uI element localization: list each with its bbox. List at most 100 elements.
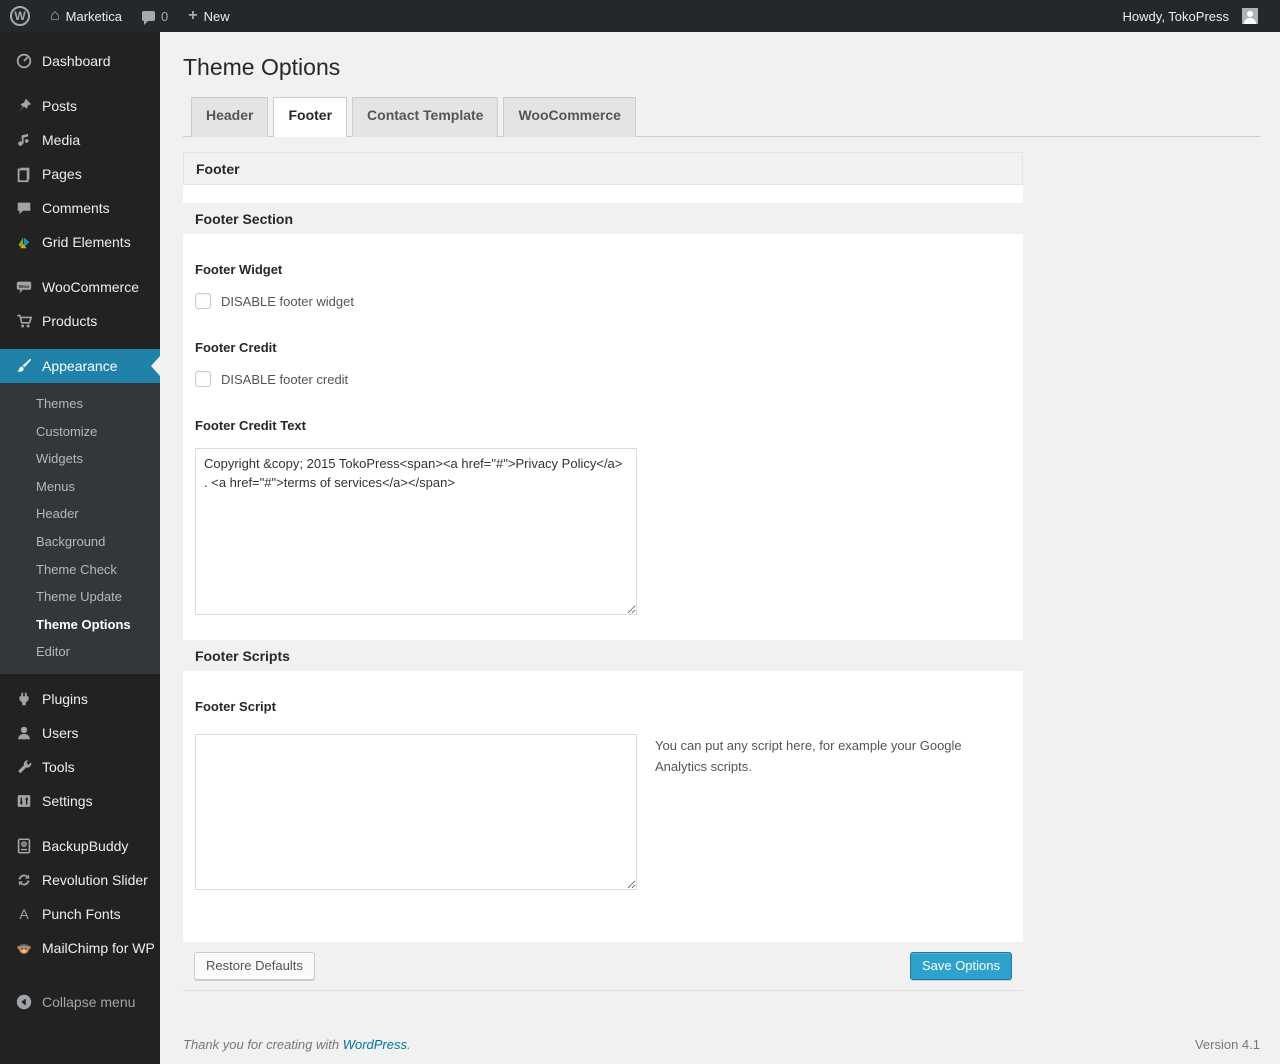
revolution-slider-icon xyxy=(14,870,34,890)
comments-link[interactable]: 0 xyxy=(132,0,178,32)
sidebar-item-comments[interactable]: Comments xyxy=(0,191,160,225)
sidebar-item-label: Revolution Slider xyxy=(42,871,148,888)
footer-credit-text-textarea[interactable]: Copyright &copy; 2015 TokoPress<span><a … xyxy=(195,448,637,616)
tab-footer[interactable]: Footer xyxy=(273,96,348,138)
sidebar-item-label: Posts xyxy=(42,98,78,114)
submenu-item-theme-options[interactable]: Theme Options xyxy=(0,611,160,639)
sidebar-item-revolution-slider[interactable]: Revolution Slider xyxy=(0,863,160,897)
punch-fonts-icon: A xyxy=(19,905,29,922)
tab-contact-template[interactable]: Contact Template xyxy=(352,96,499,138)
panel-body: Footer Section Footer Widget DISABLE foo… xyxy=(183,185,1023,943)
current-menu-arrow xyxy=(151,356,160,376)
sidebar-item-label: Tools xyxy=(42,758,75,775)
footer-credit-label: Footer Credit xyxy=(195,340,277,356)
disable-footer-credit-checkbox[interactable] xyxy=(195,371,211,388)
submenu-item-background[interactable]: Background xyxy=(0,528,160,556)
section-footer-section: Footer Section xyxy=(183,203,1023,235)
sidebar-item-plugins[interactable]: Plugins xyxy=(0,682,160,716)
disable-footer-widget-text[interactable]: DISABLE footer widget xyxy=(221,294,354,309)
sidebar-item-label: Plugins xyxy=(42,690,88,707)
footer-script-label: Footer Script xyxy=(195,699,276,715)
user-icon xyxy=(14,723,34,743)
new-label: New xyxy=(203,8,230,24)
footer-credit-text-label: Footer Credit Text xyxy=(195,418,306,434)
submenu-item-menus[interactable]: Menus xyxy=(0,473,160,501)
sidebar-item-tools[interactable]: Tools xyxy=(0,750,160,784)
footer-options-panel: Footer Footer Section Footer Widget DISA… xyxy=(183,152,1023,992)
site-name-link[interactable]: ⌂ Marketica xyxy=(40,0,132,32)
site-name-label: Marketica xyxy=(65,8,123,24)
mailchimp-monkey-icon xyxy=(14,938,34,958)
new-content-menu[interactable]: + New xyxy=(178,0,239,32)
howdy-label: Howdy, TokoPress xyxy=(1122,8,1229,24)
footer-widget-label: Footer Widget xyxy=(195,262,283,278)
woocommerce-icon: Woo xyxy=(14,277,34,297)
collapse-menu-button[interactable]: Collapse menu xyxy=(0,985,160,1019)
sidebar-item-products[interactable]: Products xyxy=(0,304,160,338)
svg-text:Woo: Woo xyxy=(19,284,30,290)
sidebar-item-label: WooCommerce xyxy=(42,279,139,295)
appearance-brush-icon xyxy=(14,356,34,376)
footer-period: . xyxy=(407,1037,411,1053)
admin-footer: Thank you for creating with WordPress. V… xyxy=(183,1037,1260,1052)
sidebar-item-dashboard[interactable]: Dashboard xyxy=(0,44,160,78)
submenu-item-themes[interactable]: Themes xyxy=(0,390,160,418)
disable-footer-credit-text[interactable]: DISABLE footer credit xyxy=(221,372,348,387)
sidebar-item-woocommerce[interactable]: Woo WooCommerce xyxy=(0,270,160,304)
submenu-item-widgets[interactable]: Widgets xyxy=(0,445,160,473)
submenu-item-header[interactable]: Header xyxy=(0,500,160,528)
admin-bar: W ⌂ Marketica 0 + New Howdy, TokoPress xyxy=(0,0,1280,32)
footer-script-textarea[interactable] xyxy=(195,734,637,891)
tab-header[interactable]: Header xyxy=(191,96,269,138)
sidebar-item-label: Grid Elements xyxy=(42,234,131,250)
sidebar-item-posts[interactable]: Posts xyxy=(0,89,160,123)
grid-elements-icon xyxy=(14,232,34,252)
footer-thanks-text: Thank you for creating with xyxy=(183,1037,340,1053)
sidebar-item-label: Products xyxy=(42,313,98,329)
sidebar-item-users[interactable]: Users xyxy=(0,716,160,750)
save-options-button[interactable]: Save Options xyxy=(909,952,1012,981)
sidebar-item-label: Dashboard xyxy=(42,53,111,69)
backupbuddy-icon xyxy=(14,836,34,856)
pushpin-icon xyxy=(14,96,34,116)
cart-icon xyxy=(14,311,34,331)
sidebar-item-settings[interactable]: Settings xyxy=(0,784,160,818)
wordpress-link[interactable]: WordPress xyxy=(343,1037,407,1052)
sidebar-item-mailchimp[interactable]: MailChimp for WP xyxy=(0,931,160,965)
content-area: Theme Options Header Footer Contact Temp… xyxy=(160,32,1280,1064)
sidebar-item-media[interactable]: Media xyxy=(0,123,160,157)
pages-icon xyxy=(14,164,34,184)
my-account-menu[interactable]: Howdy, TokoPress xyxy=(1113,0,1268,32)
plugin-icon xyxy=(14,689,34,709)
submenu-item-editor[interactable]: Editor xyxy=(0,638,160,666)
comment-bubble-icon xyxy=(142,11,156,25)
sidebar-item-label: MailChimp for WP xyxy=(42,939,155,956)
sidebar-item-punch-fonts[interactable]: A Punch Fonts xyxy=(0,897,160,931)
submenu-item-theme-update[interactable]: Theme Update xyxy=(0,583,160,611)
sidebar-item-grid-elements[interactable]: Grid Elements xyxy=(0,225,160,259)
sidebar-item-label: Comments xyxy=(42,200,110,216)
sidebar-item-label: Appearance xyxy=(42,358,118,374)
wordpress-logo-icon: W xyxy=(10,6,30,26)
wordpress-menu[interactable]: W xyxy=(0,0,40,32)
panel-footer: Restore Defaults Save Options xyxy=(183,942,1023,992)
theme-options-tabs: Header Footer Contact Template WooCommer… xyxy=(183,96,1260,138)
section-footer-scripts: Footer Scripts xyxy=(183,640,1023,672)
sidebar-item-appearance[interactable]: Appearance xyxy=(0,349,160,383)
page-title: Theme Options xyxy=(183,54,341,80)
appearance-submenu: Themes Customize Widgets Menus Header Ba… xyxy=(0,383,160,674)
disable-footer-widget-checkbox[interactable] xyxy=(195,293,211,310)
sidebar-item-pages[interactable]: Pages xyxy=(0,157,160,191)
submenu-item-customize[interactable]: Customize xyxy=(0,418,160,446)
sidebar-item-backupbuddy[interactable]: BackupBuddy xyxy=(0,829,160,863)
home-icon: ⌂ xyxy=(50,7,60,24)
media-icon xyxy=(14,130,34,150)
panel-header: Footer xyxy=(183,152,1023,186)
comments-icon xyxy=(14,198,34,218)
submenu-item-theme-check[interactable]: Theme Check xyxy=(0,556,160,584)
admin-sidebar: Dashboard Posts Media Pages Comments Gri… xyxy=(0,32,160,1064)
footer-script-hint: You can put any script here, for example… xyxy=(655,738,962,774)
tab-woocommerce[interactable]: WooCommerce xyxy=(503,96,636,138)
collapse-menu-label: Collapse menu xyxy=(42,993,136,1010)
restore-defaults-button[interactable]: Restore Defaults xyxy=(194,952,315,981)
